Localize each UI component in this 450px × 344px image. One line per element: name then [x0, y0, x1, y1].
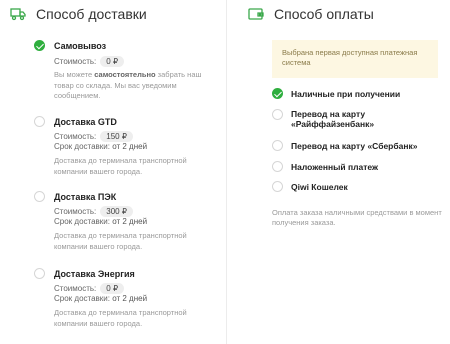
radio-unchecked-icon[interactable] — [272, 161, 283, 172]
payment-header: Способ оплаты — [248, 6, 374, 22]
term-value: от 2 дней — [112, 294, 148, 303]
delivery-term-line: Срок доставки: от 2 дней — [54, 217, 147, 226]
truck-icon — [10, 7, 26, 21]
delivery-section: Способ доставки Самовывоз Стоимость: 0 ₽ … — [0, 0, 218, 344]
delivery-title: Способ доставки — [36, 6, 147, 22]
cost-badge: 0 ₽ — [100, 56, 125, 67]
cost-badge: 0 ₽ — [100, 283, 125, 294]
cost-badge: 300 ₽ — [100, 206, 133, 217]
delivery-description: Доставка до терминала транспортной компа… — [54, 231, 187, 251]
term-value: от 2 дней — [112, 217, 148, 226]
term-value: от 2 дней — [112, 142, 148, 151]
radio-checked-icon[interactable] — [34, 40, 45, 51]
delivery-option-title: Доставка Энергия — [54, 269, 135, 279]
cost-label: Стоимость: — [54, 132, 97, 141]
payment-option-label: Наложенный платеж — [291, 162, 379, 172]
payment-notice: Выбрана первая доступная платежная систе… — [272, 40, 438, 78]
cost-label: Стоимость: — [54, 57, 97, 66]
delivery-description: Вы можете самостоятельно забрать наш тов… — [54, 70, 204, 102]
radio-unchecked-icon[interactable] — [272, 109, 283, 120]
radio-unchecked-icon[interactable] — [272, 140, 283, 151]
radio-unchecked-icon[interactable] — [272, 181, 283, 192]
desc-bold-text: самостоятельно — [94, 70, 156, 79]
wallet-icon — [248, 7, 264, 21]
cost-label: Стоимость: — [54, 284, 97, 293]
delivery-term-line: Срок доставки: от 2 дней — [54, 294, 147, 303]
radio-unchecked-icon[interactable] — [34, 268, 45, 279]
cost-badge: 150 ₽ — [100, 131, 133, 142]
cost-label: Стоимость: — [54, 207, 97, 216]
payment-title: Способ оплаты — [274, 6, 374, 22]
delivery-header: Способ доставки — [10, 6, 147, 22]
delivery-cost-line: Стоимость: 0 ₽ — [54, 283, 125, 294]
label-line: «Райффайзенбанк» — [291, 119, 375, 129]
term-label: Срок доставки: — [54, 217, 110, 226]
delivery-description: Доставка до терминала транспортной компа… — [54, 308, 187, 328]
payment-option-label: Перевод на карту «Сбербанк» — [291, 141, 418, 151]
desc-text: Вы можете — [54, 70, 95, 79]
radio-unchecked-icon[interactable] — [34, 191, 45, 202]
delivery-cost-line: Стоимость: 0 ₽ — [54, 56, 125, 67]
column-divider — [226, 0, 227, 344]
radio-checked-icon[interactable] — [272, 88, 283, 99]
payment-option-label: Перевод на карту «Райффайзенбанк» — [291, 109, 374, 129]
radio-unchecked-icon[interactable] — [34, 116, 45, 127]
payment-footer-text: Оплата заказа наличными средствами в мом… — [272, 208, 442, 227]
term-label: Срок доставки: — [54, 142, 110, 151]
payment-option-label: Qiwi Кошелек — [291, 182, 348, 192]
delivery-option-title: Самовывоз — [54, 41, 107, 51]
delivery-term-line: Срок доставки: от 2 дней — [54, 142, 147, 151]
delivery-option-title: Доставка GTD — [54, 117, 117, 127]
payment-option-label: Наличные при получении — [291, 89, 401, 99]
delivery-cost-line: Стоимость: 150 ₽ — [54, 131, 133, 142]
delivery-option-title: Доставка ПЭК — [54, 192, 117, 202]
label-line: Перевод на карту — [291, 109, 366, 119]
term-label: Срок доставки: — [54, 294, 110, 303]
delivery-description: Доставка до терминала транспортной компа… — [54, 156, 187, 176]
delivery-cost-line: Стоимость: 300 ₽ — [54, 206, 133, 217]
